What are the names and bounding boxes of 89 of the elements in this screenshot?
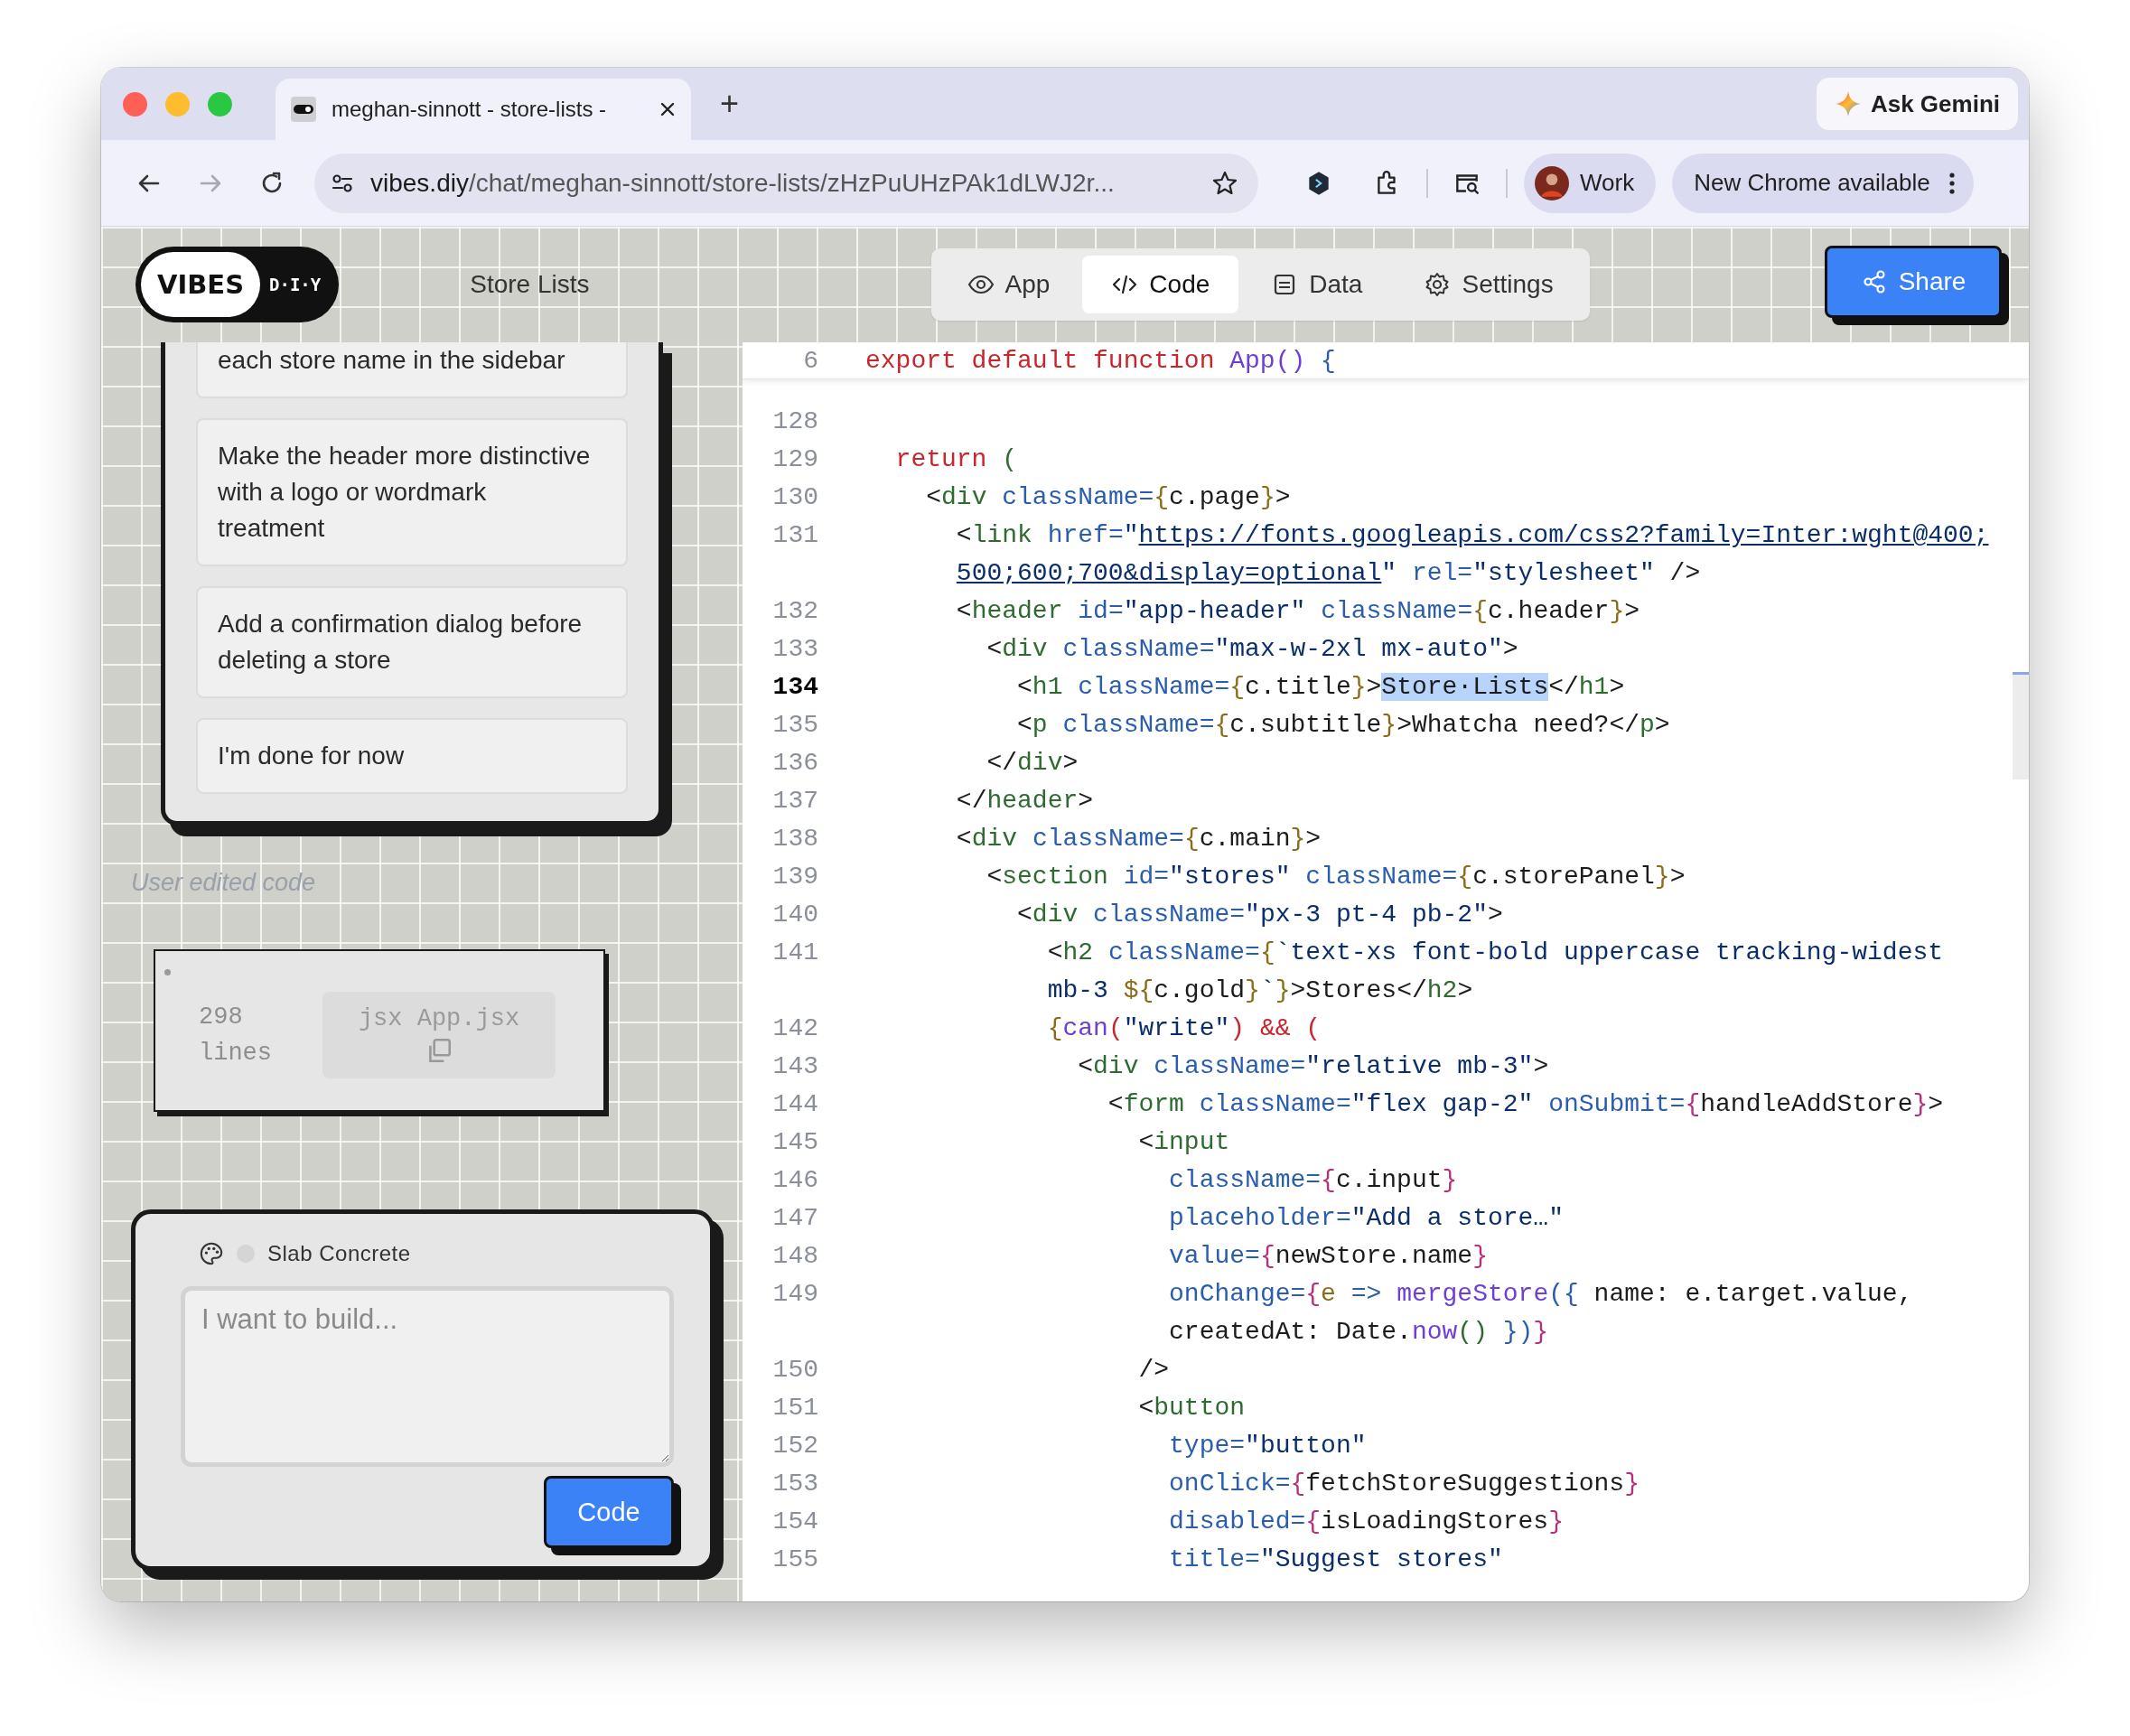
line-number: 132 — [771, 596, 818, 627]
line-number: 136 — [771, 748, 818, 779]
suggestion-button[interactable]: I'm done for now — [196, 718, 628, 794]
new-tab-button[interactable]: + — [713, 85, 747, 123]
code-line: export default function App() { — [865, 346, 1336, 377]
line-count: 298 lines — [199, 1003, 272, 1069]
vibes-logo[interactable]: VIBES D·I·Y — [135, 247, 340, 322]
view-tab[interactable]: Data — [1242, 256, 1392, 313]
toggle-icon — [290, 96, 317, 123]
ask-gemini-button[interactable]: Ask Gemini — [1816, 78, 2018, 130]
close-icon[interactable] — [659, 100, 677, 118]
suggestion-button[interactable]: each store name in the sidebar — [196, 342, 628, 398]
code-line: <form className="flex gap-2" onSubmit={handleAddStore}> — [1107, 1089, 1944, 1120]
file-name: jsx App.jsx — [358, 1005, 520, 1032]
code-line: return ( — [894, 444, 1018, 475]
line-number: 131 — [771, 520, 818, 551]
code-line: placeholder="Add a store…" — [1168, 1203, 1564, 1234]
update-chrome-button[interactable]: New Chrome available — [1672, 153, 1974, 213]
code-line: <div className="max-w-2xl mx-auto"> — [986, 634, 1518, 665]
line-number: 153 — [771, 1469, 818, 1499]
code-line: <h1 className={c.title}>Store·Lists</h1> — [1016, 672, 1625, 703]
code-line: value={newStore.name} — [1168, 1241, 1488, 1272]
code-line: onChange={e => mergeStore({ name: e.target.value, — [1168, 1279, 1913, 1310]
code-line: <p className={c.subtitle}>Whatcha need?</p> — [1016, 710, 1670, 741]
dot-icon — [164, 969, 171, 975]
code-line: </header> — [955, 786, 1094, 817]
line-number: 138 — [771, 824, 818, 854]
code-line: className={c.input} — [1168, 1165, 1458, 1196]
status-note: User edited code — [131, 869, 316, 897]
line-number: 155 — [771, 1545, 818, 1575]
code-line: 500;600;700&display=optional" rel="stylesheet" /> — [955, 558, 1701, 589]
line-number: 137 — [771, 786, 818, 817]
code-line: <div className={c.page}> — [925, 482, 1291, 513]
suggestion-button[interactable]: Add a confirmation dialog before deleting a store — [196, 586, 628, 698]
line-number: 145 — [771, 1127, 818, 1158]
line-number: 154 — [771, 1507, 818, 1537]
code-line: <div className={c.main}> — [955, 824, 1322, 854]
code-line: mb-3 ${c.gold}`}>Stores</h2> — [1046, 975, 1473, 1006]
code-line: <link href="https://fonts.googleapis.com/css2?family=Inter:wght@400; — [955, 520, 1989, 551]
line-number: 129 — [771, 444, 818, 475]
view-tab[interactable]: Settings — [1395, 256, 1583, 313]
line-number: 133 — [771, 634, 818, 665]
suggestion-button[interactable]: Make the header more distinctive with a logo or wordmark treatment — [196, 418, 628, 566]
code-line: {can("write") && ( — [1046, 1013, 1322, 1044]
line-number: 135 — [771, 710, 818, 741]
line-number: 144 — [771, 1089, 818, 1120]
avatar-icon — [1535, 165, 1569, 201]
code-line: onClick={fetchStoreSuggestions} — [1168, 1469, 1640, 1499]
address-bar[interactable]: vibes.diy/chat/meghan-sinnott/store-lists/zHzPuUHzPAk1dLWJ2r... — [314, 153, 1258, 213]
app-title: Store Lists — [470, 270, 590, 299]
profile-button[interactable]: Work — [1524, 153, 1657, 213]
line-number: 6 — [802, 346, 818, 377]
line-number: 130 — [771, 482, 818, 513]
line-number: 149 — [771, 1279, 818, 1310]
code-line: title="Suggest stores" — [1168, 1545, 1503, 1575]
code-line: <div className="px-3 pt-4 pb-2"> — [1016, 900, 1503, 930]
bookmark-star-icon[interactable] — [1211, 169, 1238, 197]
code-line: <h2 className={`text-xs font-bold uppercase tracking-widest — [1046, 938, 1944, 968]
code-line: <header id="app-header" className={c.header}> — [955, 596, 1640, 627]
line-number: 146 — [771, 1165, 818, 1196]
code-line: type="button" — [1168, 1431, 1367, 1461]
scrollbar-thumb[interactable] — [2013, 672, 2029, 779]
code-line: <button — [1137, 1393, 1246, 1423]
line-number: 152 — [771, 1431, 818, 1461]
code-line: <input — [1137, 1127, 1230, 1158]
line-number: 142 — [771, 1013, 818, 1044]
line-number: 134 — [771, 672, 818, 703]
view-tab[interactable]: Code — [1082, 256, 1239, 313]
line-number: 147 — [771, 1203, 818, 1234]
code-line: </div> — [986, 748, 1079, 779]
line-number: 141 — [771, 938, 818, 968]
line-number: 143 — [771, 1051, 818, 1082]
palette-icon[interactable] — [199, 1241, 224, 1266]
line-number: 128 — [771, 406, 818, 437]
view-tab[interactable]: App — [938, 256, 1079, 313]
line-number: 148 — [771, 1241, 818, 1272]
line-number: 139 — [771, 862, 818, 892]
line-number: 151 — [771, 1393, 818, 1423]
url-text: vibes.diy/chat/meghan-sinnott/store-lists/zHzPuUHzPAk1dLWJ2r... — [370, 168, 1116, 198]
line-number: 140 — [771, 900, 818, 930]
theme-name: Slab Concrete — [267, 1241, 411, 1266]
prompt-input[interactable]: I want to build... — [181, 1286, 674, 1467]
code-line: createdAt: Date.now() })} — [1168, 1317, 1549, 1348]
line-number: 150 — [771, 1355, 818, 1386]
code-line: <section id="stores" className={c.storePanel}> — [986, 862, 1686, 892]
browser-tab[interactable]: meghan-sinnott - store-lists - — [276, 79, 691, 140]
code-line: disabled={isLoadingStores} — [1168, 1507, 1564, 1537]
code-line: /> — [1137, 1355, 1170, 1386]
code-line: <div className="relative mb-3"> — [1077, 1051, 1549, 1082]
